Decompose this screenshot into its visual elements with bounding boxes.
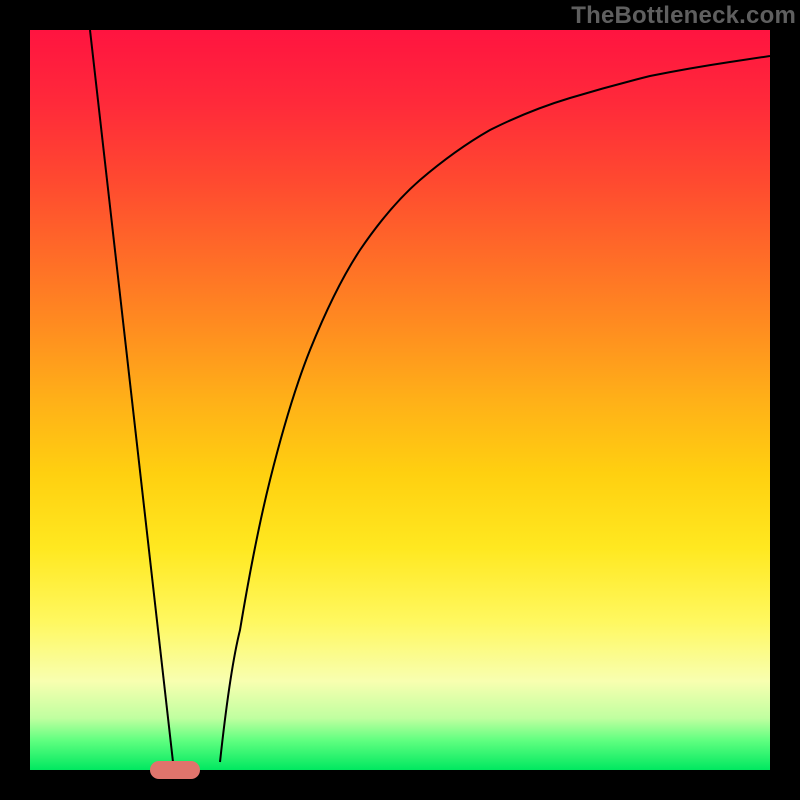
right-curve: [220, 56, 770, 762]
chart-container: TheBottleneck.com: [0, 0, 800, 800]
curves-svg: [30, 30, 770, 770]
attribution-text: TheBottleneck.com: [571, 2, 796, 30]
optimal-marker: [150, 761, 200, 779]
left-line: [90, 30, 173, 762]
plot-area: [30, 30, 770, 770]
